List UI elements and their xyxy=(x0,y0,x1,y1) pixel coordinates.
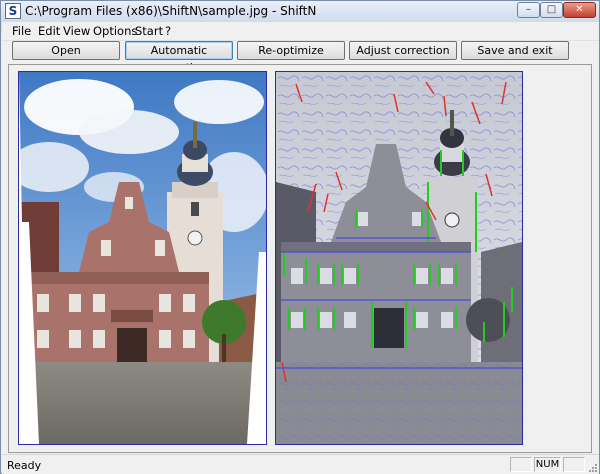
corrected-image-panel[interactable] xyxy=(18,71,267,445)
menu-start[interactable]: Start xyxy=(135,24,163,38)
image-work-area xyxy=(8,64,592,453)
open-button[interactable]: Open xyxy=(12,41,120,60)
status-text: Ready xyxy=(7,459,42,472)
toolbar: Open Automatic correction Re-optimize Ad… xyxy=(2,41,599,74)
window-title: C:\Program Files (x86)\ShiftN\sample.jpg… xyxy=(25,4,317,18)
menu-view[interactable]: View xyxy=(63,24,90,38)
status-pane-empty xyxy=(510,457,532,472)
line-detection-image xyxy=(276,72,522,444)
app-window: S C:\Program Files (x86)\ShiftN\sample.j… xyxy=(0,0,600,474)
menu-bar: File Edit View Options Start ? xyxy=(2,22,599,41)
adjust-correction-button[interactable]: Adjust correction xyxy=(349,41,457,60)
save-and-exit-button[interactable]: Save and exit xyxy=(461,41,569,60)
status-bar: Ready NUM xyxy=(2,454,599,474)
re-optimize-button[interactable]: Re-optimize xyxy=(237,41,345,60)
status-pane-empty-2 xyxy=(563,457,585,472)
automatic-correction-button[interactable]: Automatic correction xyxy=(125,41,233,74)
close-icon[interactable]: ✕ xyxy=(563,2,596,18)
resize-grip-icon[interactable] xyxy=(587,462,597,472)
line-detection-panel[interactable] xyxy=(275,71,523,445)
app-icon[interactable]: S xyxy=(5,3,21,19)
title-bar[interactable]: S C:\Program Files (x86)\ShiftN\sample.j… xyxy=(1,1,599,22)
menu-file[interactable]: File xyxy=(12,24,31,38)
menu-edit[interactable]: Edit xyxy=(38,24,60,38)
num-lock-indicator: NUM xyxy=(534,457,561,472)
maximize-icon[interactable]: □ xyxy=(540,2,563,18)
corrected-image xyxy=(19,72,266,444)
menu-options[interactable]: Options xyxy=(93,24,137,38)
menu-help[interactable]: ? xyxy=(165,24,171,38)
minimize-icon[interactable]: – xyxy=(517,2,540,18)
